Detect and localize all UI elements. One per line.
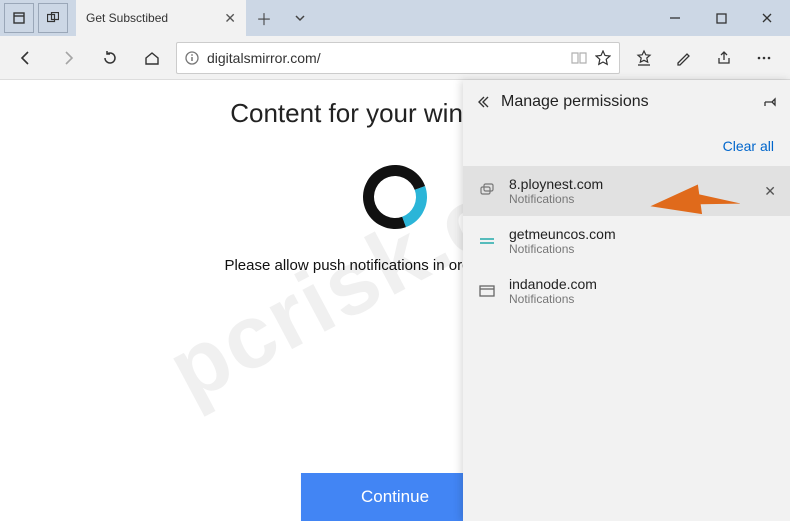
permission-domain: getmeuncos.com	[509, 226, 776, 242]
favorites-list-icon[interactable]	[626, 40, 662, 76]
url-input[interactable]	[207, 50, 563, 66]
permission-text: 8.ploynest.com Notifications	[509, 176, 752, 206]
window-controls	[652, 0, 790, 36]
permissions-panel: Manage permissions Clear all 8.ploynest.…	[463, 80, 790, 521]
permissions-list: 8.ploynest.com Notifications ✕ getmeunco…	[463, 166, 790, 316]
permission-text: indanode.com Notifications	[509, 276, 776, 306]
tab-title: Get Subsctibed	[86, 11, 216, 25]
permission-sub: Notifications	[509, 242, 776, 256]
tab-chevron-icon[interactable]	[282, 11, 318, 25]
browser-toolbar	[0, 36, 790, 80]
clear-all-link[interactable]: Clear all	[723, 138, 774, 154]
continue-button[interactable]: Continue	[301, 473, 489, 521]
permission-sub: Notifications	[509, 292, 776, 306]
toolbar-right-icons	[626, 40, 782, 76]
permission-text: getmeuncos.com Notifications	[509, 226, 776, 256]
permission-domain: indanode.com	[509, 276, 776, 292]
permission-item[interactable]: 8.ploynest.com Notifications ✕	[463, 166, 790, 216]
reading-view-icon[interactable]	[571, 51, 587, 65]
new-tab-button[interactable]: ＋	[246, 6, 282, 30]
app-btn-2[interactable]	[38, 3, 68, 33]
permission-item[interactable]: indanode.com Notifications	[463, 266, 790, 316]
panel-back-icon[interactable]	[475, 94, 491, 110]
site-info-icon[interactable]	[185, 51, 199, 65]
clear-row: Clear all	[463, 124, 790, 166]
permission-item[interactable]: getmeuncos.com Notifications	[463, 216, 790, 266]
more-menu-icon[interactable]	[746, 40, 782, 76]
favorite-star-icon[interactable]	[595, 50, 611, 66]
maximize-button[interactable]	[698, 0, 744, 36]
refresh-button[interactable]	[92, 40, 128, 76]
remove-permission-icon[interactable]: ✕	[764, 183, 776, 200]
site-icon	[477, 181, 497, 201]
app-btn-1[interactable]	[4, 3, 34, 33]
pin-icon[interactable]	[762, 94, 778, 110]
back-button[interactable]	[8, 40, 44, 76]
permission-sub: Notifications	[509, 192, 752, 206]
site-icon	[477, 231, 497, 251]
address-bar[interactable]	[176, 42, 620, 74]
notes-icon[interactable]	[666, 40, 702, 76]
browser-tab[interactable]: Get Subsctibed ✕	[76, 0, 246, 36]
forward-button[interactable]	[50, 40, 86, 76]
panel-title: Manage permissions	[501, 93, 752, 111]
tab-close-icon[interactable]: ✕	[224, 10, 236, 27]
titlebar-left: Get Subsctibed ✕ ＋	[0, 0, 318, 36]
minimize-button[interactable]	[652, 0, 698, 36]
window-titlebar: Get Subsctibed ✕ ＋	[0, 0, 790, 36]
share-icon[interactable]	[706, 40, 742, 76]
home-button[interactable]	[134, 40, 170, 76]
loading-spinner-icon	[352, 154, 437, 239]
permission-domain: 8.ploynest.com	[509, 176, 752, 192]
panel-header: Manage permissions	[463, 80, 790, 124]
close-window-button[interactable]	[744, 0, 790, 36]
site-icon	[477, 281, 497, 301]
